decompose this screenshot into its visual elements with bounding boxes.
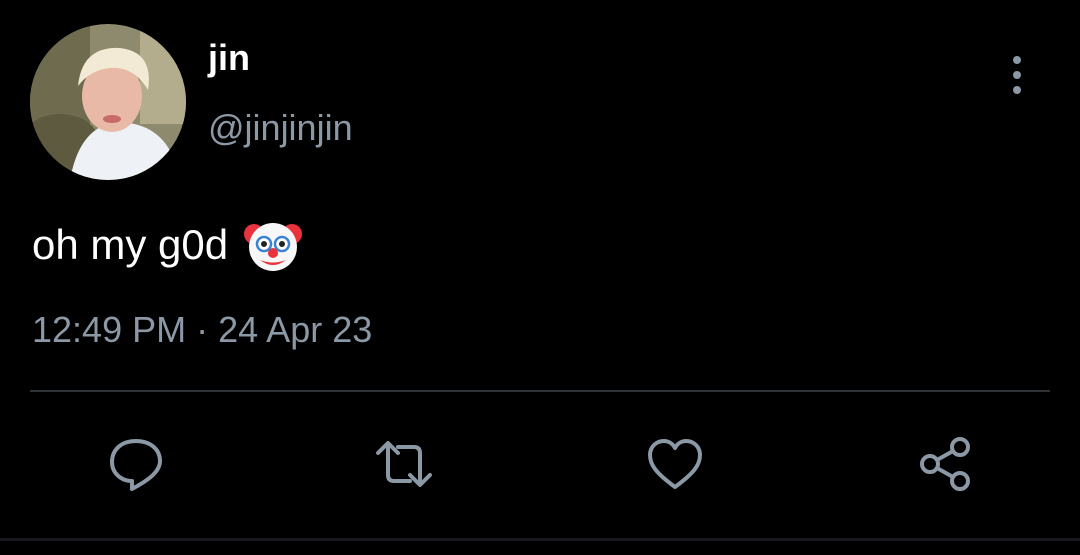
tweet-timestamp: 12:49 PM · 24 Apr 23 [32, 312, 372, 348]
timestamp-separator: · [196, 309, 209, 350]
display-name[interactable]: jin [208, 40, 250, 76]
more-vertical-icon [1013, 56, 1021, 64]
more-options-button[interactable] [996, 52, 1038, 98]
like-button[interactable] [643, 432, 707, 496]
tweet-text-content: oh my g0d [32, 220, 229, 268]
reply-icon [110, 439, 162, 491]
tweet-time: 12:49 PM [32, 309, 187, 350]
reply-button[interactable] [104, 432, 168, 496]
divider [30, 390, 1050, 392]
tweet-text: oh my g0d [32, 216, 303, 274]
retweet-icon [376, 441, 432, 487]
more-vertical-icon-dot [1013, 71, 1021, 79]
avatar[interactable] [30, 24, 186, 180]
tweet-date: 24 Apr 23 [218, 309, 373, 350]
avatar-photo [30, 24, 186, 180]
retweet-button[interactable] [372, 432, 436, 496]
bottom-divider [0, 538, 1080, 541]
clown-face-icon [244, 216, 303, 274]
heart-icon [648, 439, 702, 489]
more-vertical-icon-dot [1013, 86, 1021, 94]
user-handle[interactable]: @jinjinjin [208, 110, 353, 146]
share-icon [920, 437, 970, 491]
share-button[interactable] [913, 432, 977, 496]
